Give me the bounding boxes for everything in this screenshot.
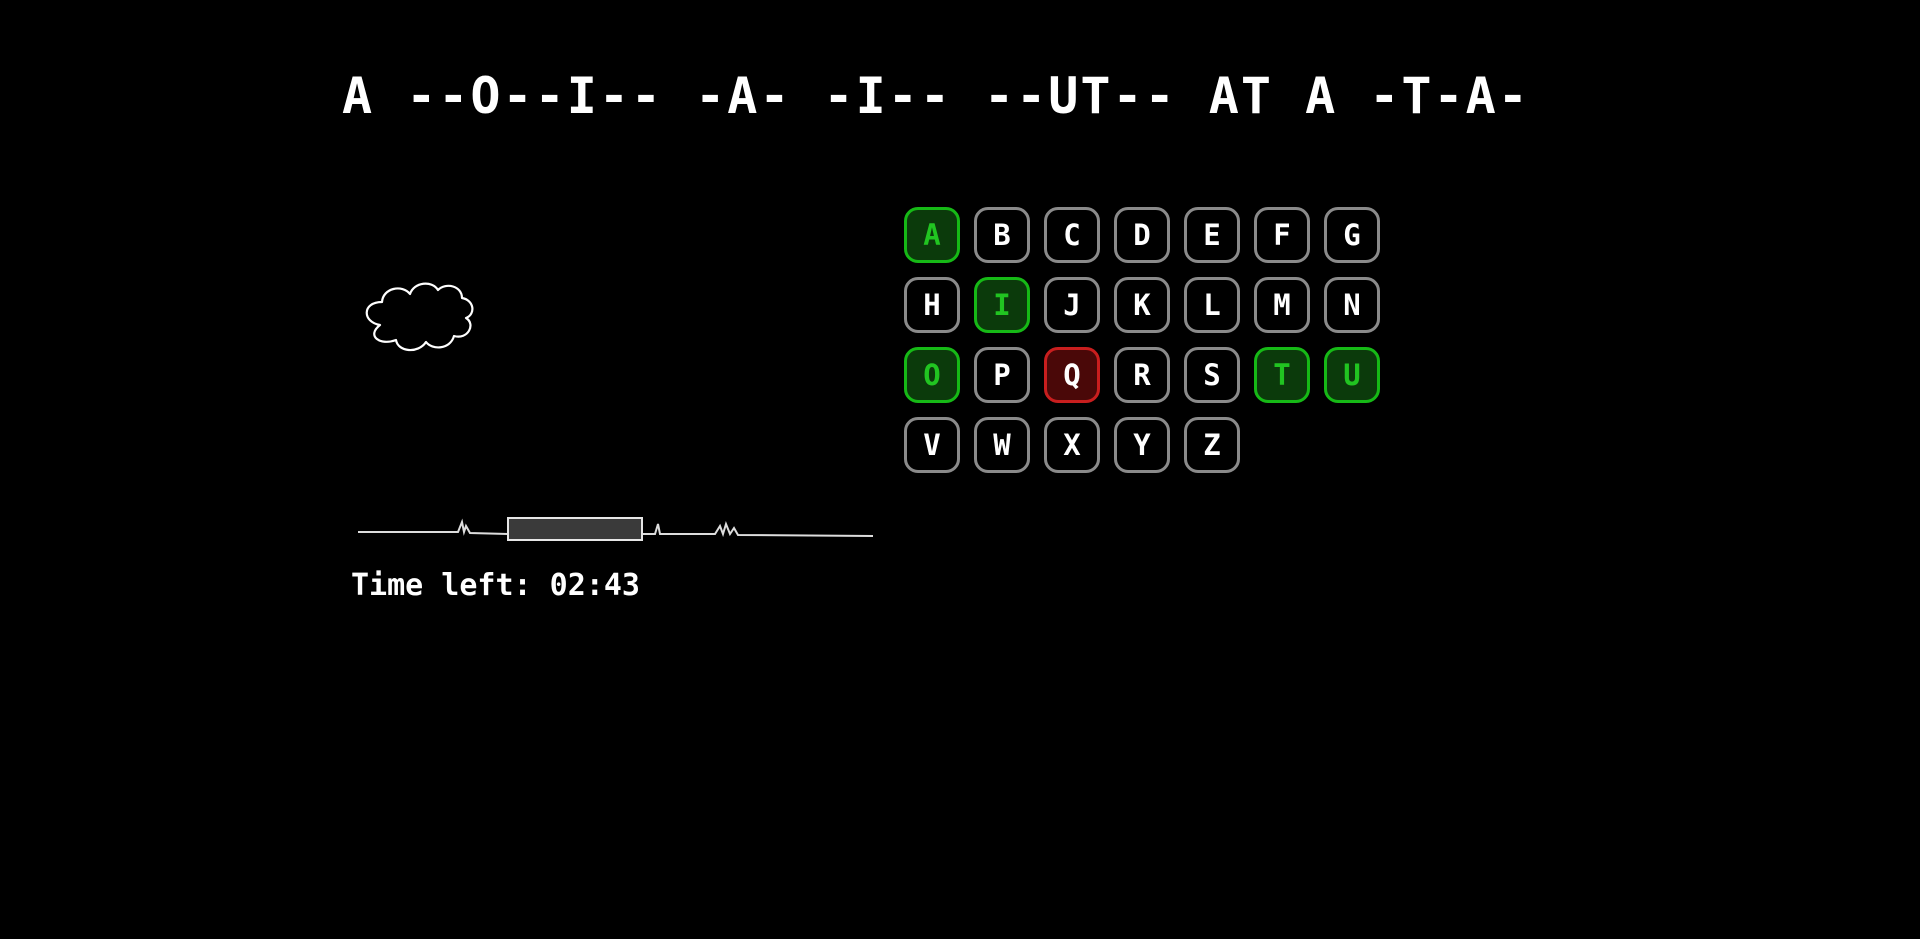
- game-stage: A --O--I-- -A- -I-- --UT-- AT A -T-A- Ti…: [0, 0, 1920, 939]
- key-w[interactable]: W: [974, 417, 1030, 473]
- key-x[interactable]: X: [1044, 417, 1100, 473]
- key-z[interactable]: Z: [1184, 417, 1240, 473]
- key-c[interactable]: C: [1044, 207, 1100, 263]
- key-k[interactable]: K: [1114, 277, 1170, 333]
- key-t[interactable]: T: [1254, 347, 1310, 403]
- key-o[interactable]: O: [904, 347, 960, 403]
- key-h[interactable]: H: [904, 277, 960, 333]
- key-y[interactable]: Y: [1114, 417, 1170, 473]
- scene-illustration: [358, 282, 874, 541]
- letter-keyboard: ABCDEFG HIJKLMN OPQRSTU VWXYZ: [904, 207, 1380, 473]
- key-q[interactable]: Q: [1044, 347, 1100, 403]
- key-f[interactable]: F: [1254, 207, 1310, 263]
- key-i[interactable]: I: [974, 277, 1030, 333]
- masked-phrase: A --O--I-- -A- -I-- --UT-- AT A -T-A-: [342, 67, 1530, 125]
- key-b[interactable]: B: [974, 207, 1030, 263]
- cloud-icon: [365, 282, 474, 352]
- key-j[interactable]: J: [1044, 277, 1100, 333]
- key-n[interactable]: N: [1324, 277, 1380, 333]
- key-v[interactable]: V: [904, 417, 960, 473]
- key-d[interactable]: D: [1114, 207, 1170, 263]
- key-l[interactable]: L: [1184, 277, 1240, 333]
- key-u[interactable]: U: [1324, 347, 1380, 403]
- key-p[interactable]: P: [974, 347, 1030, 403]
- key-a[interactable]: A: [904, 207, 960, 263]
- key-g[interactable]: G: [1324, 207, 1380, 263]
- key-m[interactable]: M: [1254, 277, 1310, 333]
- key-s[interactable]: S: [1184, 347, 1240, 403]
- key-e[interactable]: E: [1184, 207, 1240, 263]
- key-r[interactable]: R: [1114, 347, 1170, 403]
- wooden-plank: [507, 517, 643, 541]
- time-left: Time left: 02:43: [351, 568, 640, 603]
